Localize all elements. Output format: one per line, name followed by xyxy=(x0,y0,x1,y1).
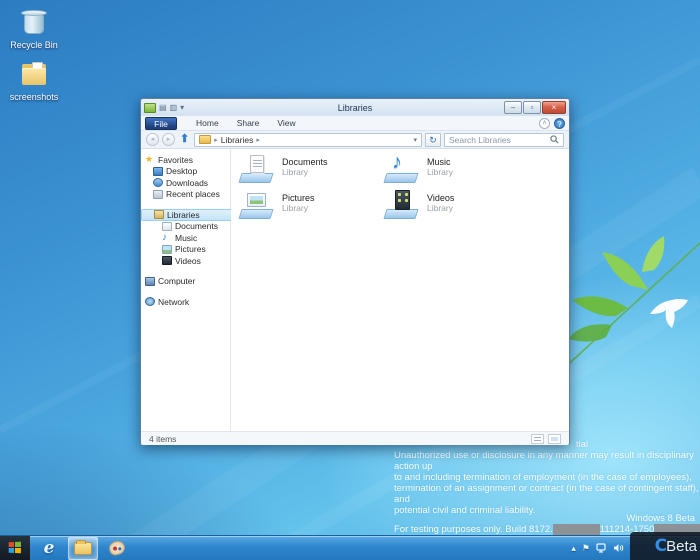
nav-videos[interactable]: Videos xyxy=(145,255,230,267)
maximize-button[interactable]: ▫ xyxy=(523,101,541,114)
pictures-library-icon xyxy=(239,190,275,220)
watermark-block: Unauthorized use or disclosure in any ma… xyxy=(394,450,700,516)
refresh-button[interactable]: ↻ xyxy=(425,133,441,147)
thumbnail-view-button[interactable] xyxy=(548,434,561,444)
nav-recent-places[interactable]: Recent places xyxy=(145,189,230,201)
videos-icon xyxy=(162,256,172,265)
taskbar: e ▴ ⚑ xyxy=(0,535,700,560)
tab-view[interactable]: View xyxy=(277,118,295,128)
ribbon-collapse-icon[interactable]: ˄ xyxy=(539,118,550,129)
libraries-icon xyxy=(154,210,164,219)
library-tile-pictures[interactable]: Pictures Library xyxy=(239,190,384,224)
network-icon xyxy=(145,297,155,306)
media-app-icon xyxy=(107,539,126,557)
crumb-separator: ▸ xyxy=(214,136,218,144)
videos-library-icon xyxy=(384,190,420,220)
computer-icon xyxy=(145,277,155,286)
watermark-confidential-fragment: tial xyxy=(576,439,588,450)
desktop-icon xyxy=(153,167,163,176)
internet-explorer-icon: e xyxy=(44,538,55,558)
explorer-window: ▤ ▥ ▾ Libraries – ▫ × File Home Share Vi… xyxy=(140,98,570,445)
tab-share[interactable]: Share xyxy=(237,118,260,128)
pcbeta-watermark-logo: C Beta xyxy=(630,532,700,560)
up-button[interactable]: ⬆ xyxy=(178,133,191,146)
search-icon xyxy=(550,135,559,144)
taskbar-ie-button[interactable]: e xyxy=(34,537,64,560)
music-icon: ♪ xyxy=(162,233,172,242)
minimize-button[interactable]: – xyxy=(504,101,522,114)
back-button[interactable]: ◂ xyxy=(146,133,159,146)
folder-icon xyxy=(17,58,51,90)
nav-documents[interactable]: Documents xyxy=(145,221,230,233)
tab-file[interactable]: File xyxy=(145,117,177,130)
pcbeta-logo-text: Beta xyxy=(666,538,697,555)
pcbeta-logo-icon: C xyxy=(655,536,665,556)
nav-network[interactable]: Network xyxy=(145,296,230,308)
library-tile-videos[interactable]: Videos Library xyxy=(384,190,529,224)
network-icon[interactable] xyxy=(596,543,607,553)
navigation-pane: ★ Favorites Desktop Downloads Recent pla… xyxy=(141,149,231,431)
nav-music[interactable]: ♪ Music xyxy=(145,232,230,244)
breadcrumb-folder-icon xyxy=(199,135,211,144)
close-button[interactable]: × xyxy=(542,101,566,114)
breadcrumb-libraries[interactable]: Libraries xyxy=(221,135,254,145)
taskbar-media-button[interactable] xyxy=(102,537,132,560)
recycle-bin-icon xyxy=(17,6,51,38)
downloads-icon xyxy=(153,178,163,187)
address-dropdown-icon[interactable]: ▾ xyxy=(413,136,417,144)
address-field[interactable]: ▸ Libraries ▸ ▾ xyxy=(194,133,422,147)
windows-logo-icon xyxy=(9,542,22,555)
desktop-icon-label: Recycle Bin xyxy=(2,40,66,50)
ribbon-tab-row: File Home Share View ˄ ? xyxy=(141,116,569,131)
nav-computer[interactable]: Computer xyxy=(145,276,230,288)
documents-icon xyxy=(162,222,172,231)
tab-home[interactable]: Home xyxy=(196,118,219,128)
start-button[interactable] xyxy=(0,536,30,560)
title-bar[interactable]: ▤ ▥ ▾ Libraries – ▫ × xyxy=(141,99,569,116)
desktop-icon-screenshots[interactable]: screenshots xyxy=(2,58,66,102)
help-icon[interactable]: ? xyxy=(554,118,565,129)
nav-downloads[interactable]: Downloads xyxy=(145,177,230,189)
search-placeholder: Search Libraries xyxy=(449,135,547,145)
forward-button[interactable]: ▸ xyxy=(162,133,175,146)
taskbar-explorer-button[interactable] xyxy=(68,537,98,560)
music-library-icon: ♪ xyxy=(384,154,420,184)
desktop-icon-recycle-bin[interactable]: Recycle Bin xyxy=(2,6,66,50)
file-explorer-icon xyxy=(74,542,92,555)
volume-icon[interactable] xyxy=(613,543,624,553)
pictures-icon xyxy=(162,245,172,254)
library-tile-documents[interactable]: Documents Library xyxy=(239,154,384,188)
action-center-flag-icon[interactable]: ⚑ xyxy=(582,543,590,554)
item-count: 4 items xyxy=(149,434,176,444)
nav-desktop[interactable]: Desktop xyxy=(145,166,230,178)
nav-favorites[interactable]: ★ Favorites xyxy=(145,154,230,166)
desktop: Recycle Bin screenshots tial Unauthorize… xyxy=(0,0,700,560)
library-tile-music[interactable]: ♪ Music Library xyxy=(384,154,529,188)
documents-library-icon xyxy=(239,154,275,184)
star-icon: ★ xyxy=(145,155,155,164)
search-input[interactable]: Search Libraries xyxy=(444,133,564,147)
status-bar: 4 items xyxy=(141,431,569,445)
show-hidden-icons-icon[interactable]: ▴ xyxy=(571,543,576,554)
crumb-separator: ▸ xyxy=(256,136,260,144)
recent-places-icon xyxy=(153,190,163,199)
watermark-edition: Windows 8 Beta xyxy=(626,513,695,524)
redaction-box xyxy=(553,524,600,535)
nav-pictures[interactable]: Pictures xyxy=(145,244,230,256)
desktop-icon-label: screenshots xyxy=(2,92,66,102)
details-view-button[interactable] xyxy=(531,434,544,444)
nav-libraries[interactable]: Libraries xyxy=(141,209,231,221)
file-list: Documents Library ♪ Music Library xyxy=(231,149,569,431)
address-bar-row: ◂ ▸ ⬆ ▸ Libraries ▸ ▾ ↻ Search Libraries xyxy=(141,131,569,149)
